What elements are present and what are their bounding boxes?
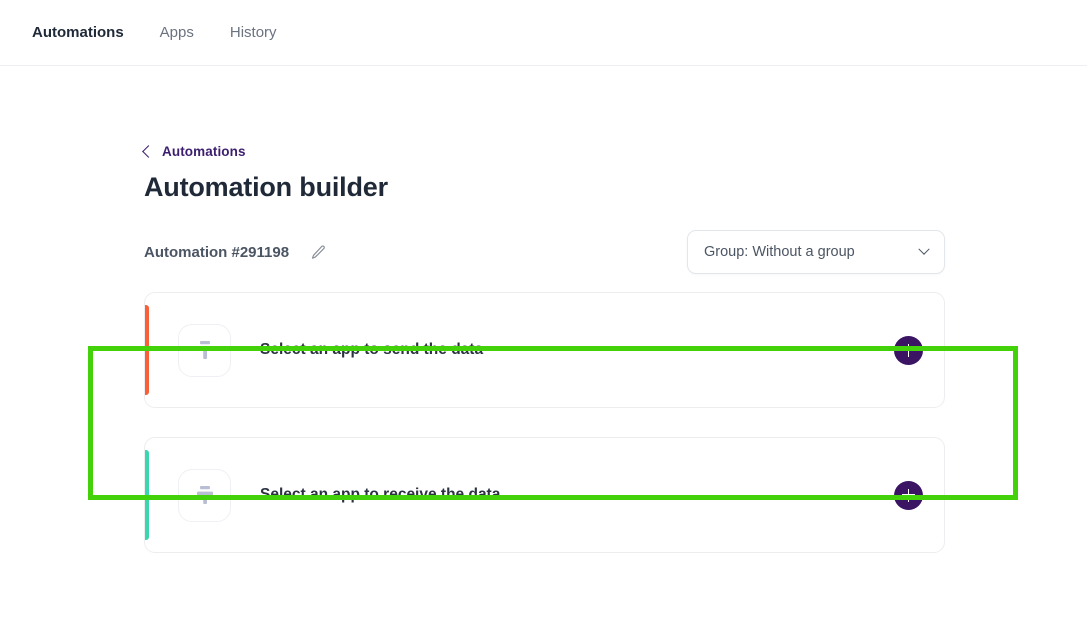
add-app-button[interactable]: [894, 336, 923, 365]
tab-automations[interactable]: Automations: [14, 0, 142, 66]
group-select[interactable]: Group: Without a group: [687, 230, 945, 274]
tab-apps[interactable]: Apps: [142, 0, 212, 66]
chevron-down-icon: [918, 244, 929, 255]
breadcrumb-label: Automations: [162, 144, 246, 159]
chevron-left-icon: [142, 145, 155, 158]
pencil-icon[interactable]: [310, 244, 327, 261]
step-accent-bar: [145, 450, 149, 540]
step-card-receive-app[interactable]: Select an app to receive the data: [144, 437, 945, 553]
step-card-label: Select an app to receive the data: [260, 486, 500, 504]
tab-history[interactable]: History: [212, 0, 295, 66]
top-navigation-bar: Automations Apps History: [0, 0, 1087, 66]
app-placeholder-icon: [178, 469, 231, 522]
automation-meta-row: Automation #291198 Group: Without a grou…: [144, 230, 945, 274]
page-content: Automations Automation builder Automatio…: [0, 66, 1087, 553]
step-card-send-app[interactable]: Select an app to send the data: [144, 292, 945, 408]
automation-step-list: Select an app to send the data Select an…: [144, 292, 1087, 553]
breadcrumb[interactable]: Automations: [144, 144, 246, 159]
group-select-value: Group: Without a group: [704, 244, 855, 260]
step-card-label: Select an app to send the data: [260, 341, 483, 359]
plus-icon: [902, 489, 915, 502]
add-app-button[interactable]: [894, 481, 923, 510]
plus-icon: [902, 344, 915, 357]
app-placeholder-icon: [178, 324, 231, 377]
page-title: Automation builder: [144, 172, 1087, 203]
automation-id-label: Automation #291198: [144, 244, 289, 261]
step-accent-bar: [145, 305, 149, 395]
